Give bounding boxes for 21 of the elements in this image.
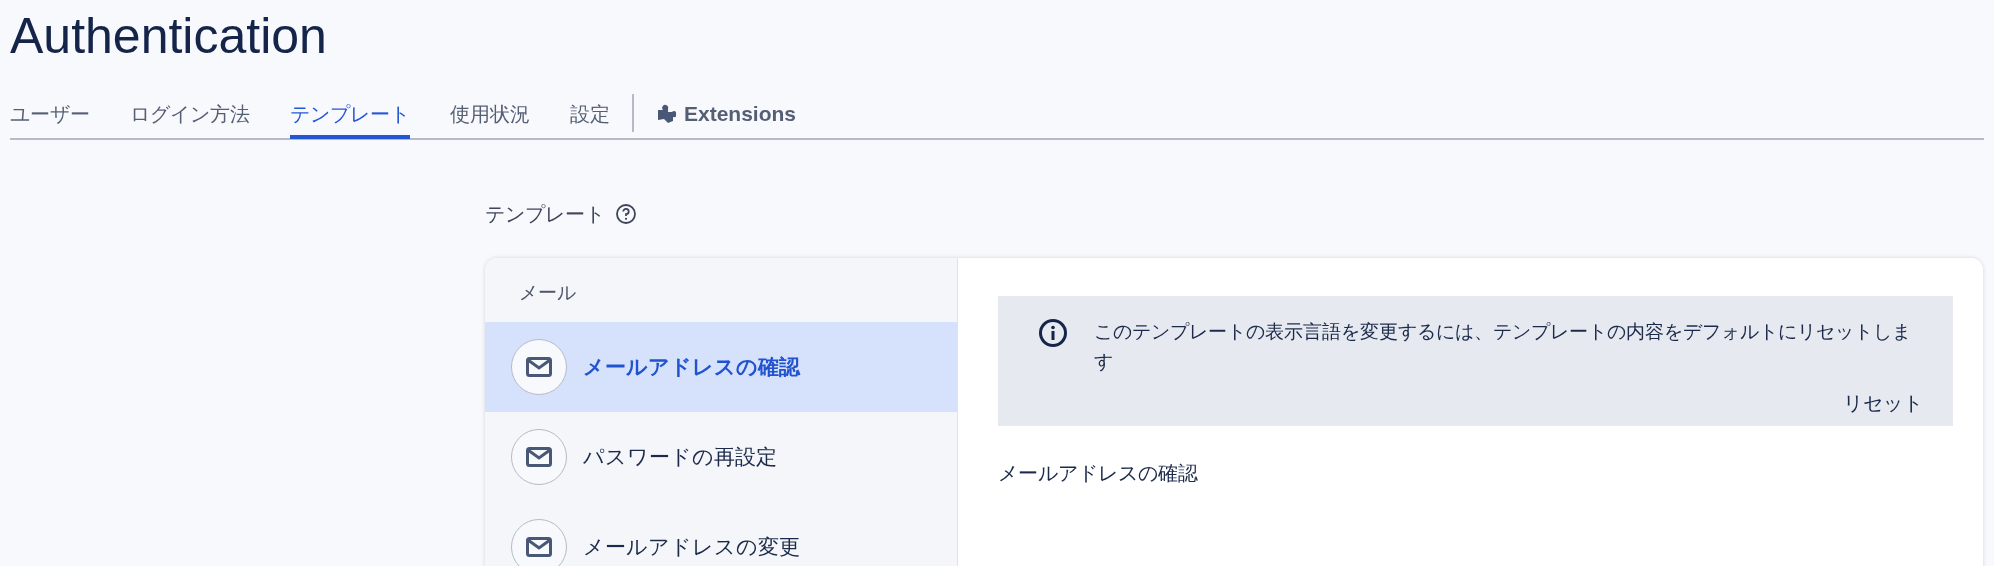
reset-button[interactable]: リセット [1843, 390, 1923, 417]
tab[interactable]: 設定 [570, 89, 610, 139]
page-title: Authentication [10, 7, 328, 66]
info-icon [1038, 318, 1068, 348]
notice-text: このテンプレートの表示言語を変更するには、テンプレートの内容をデフォルトにリセットします [1094, 319, 1912, 374]
help-icon[interactable] [615, 203, 637, 225]
detail-title: メールアドレスの確認 [998, 460, 1199, 487]
puzzle-icon [656, 104, 676, 124]
tab[interactable]: ログイン方法 [130, 89, 250, 139]
tab[interactable]: ユーザー [10, 89, 90, 139]
mail-icon [526, 537, 552, 557]
sidebar-item[interactable]: メールアドレスの変更 [485, 502, 957, 566]
mail-icon [526, 357, 552, 377]
group-label: メール [518, 280, 577, 305]
section-title: テンプレート [485, 200, 605, 228]
tab[interactable]: テンプレート [290, 89, 410, 139]
mail-icon [526, 447, 552, 467]
sidebar-item[interactable]: パスワードの再設定 [485, 412, 957, 502]
sidebar-item[interactable]: メールアドレスの確認 [485, 322, 957, 412]
extensions-tab[interactable]: Extensions [656, 89, 797, 139]
tab[interactable]: 使用状況 [450, 89, 530, 139]
